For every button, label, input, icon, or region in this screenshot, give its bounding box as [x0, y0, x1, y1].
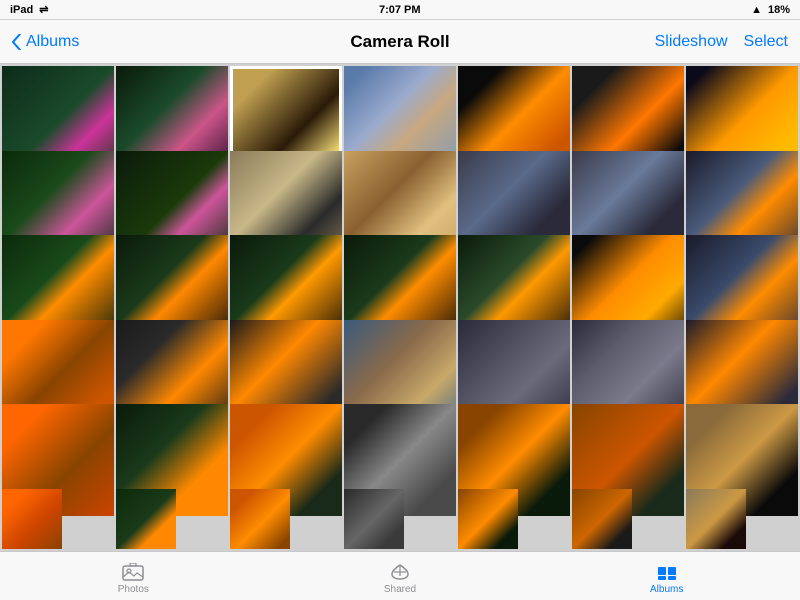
nav-bar: Albums Camera Roll Slideshow Select — [0, 20, 800, 64]
nav-actions: Slideshow Select — [655, 33, 788, 51]
status-left: iPad ⇌ — [10, 3, 48, 16]
tab-albums-label: Albums — [650, 584, 683, 595]
photo-item[interactable] — [572, 489, 632, 549]
tab-shared[interactable]: Shared — [267, 558, 534, 595]
status-bar: iPad ⇌ 7:07 PM ▲ 18% — [0, 0, 800, 20]
tab-photos[interactable]: Photos — [0, 558, 267, 595]
photo-item[interactable] — [116, 489, 176, 549]
photos-icon — [121, 562, 145, 582]
photo-grid — [0, 64, 800, 551]
tab-bar: Photos Shared Albums — [0, 551, 800, 600]
battery-level: 18% — [768, 4, 790, 16]
photo-item[interactable] — [686, 489, 746, 549]
select-button[interactable]: Select — [744, 33, 788, 51]
albums-icon — [655, 562, 679, 582]
tab-shared-label: Shared — [384, 584, 416, 595]
photo-item[interactable] — [230, 489, 290, 549]
shared-icon — [388, 562, 412, 582]
signal-icon: ▲ — [751, 4, 762, 16]
tab-albums[interactable]: Albums — [533, 558, 800, 595]
status-right: ▲ 18% — [751, 4, 790, 16]
wifi-icon: ⇌ — [39, 3, 48, 16]
page-title: Camera Roll — [350, 32, 449, 52]
back-button[interactable]: Albums — [12, 33, 79, 51]
slideshow-button[interactable]: Slideshow — [655, 33, 728, 51]
back-label: Albums — [26, 33, 79, 51]
tab-photos-label: Photos — [118, 584, 149, 595]
photo-item[interactable] — [2, 489, 62, 549]
status-time: 7:07 PM — [379, 4, 421, 16]
photo-item[interactable] — [344, 489, 404, 549]
device-label: iPad — [10, 4, 33, 16]
photo-item[interactable] — [458, 489, 518, 549]
